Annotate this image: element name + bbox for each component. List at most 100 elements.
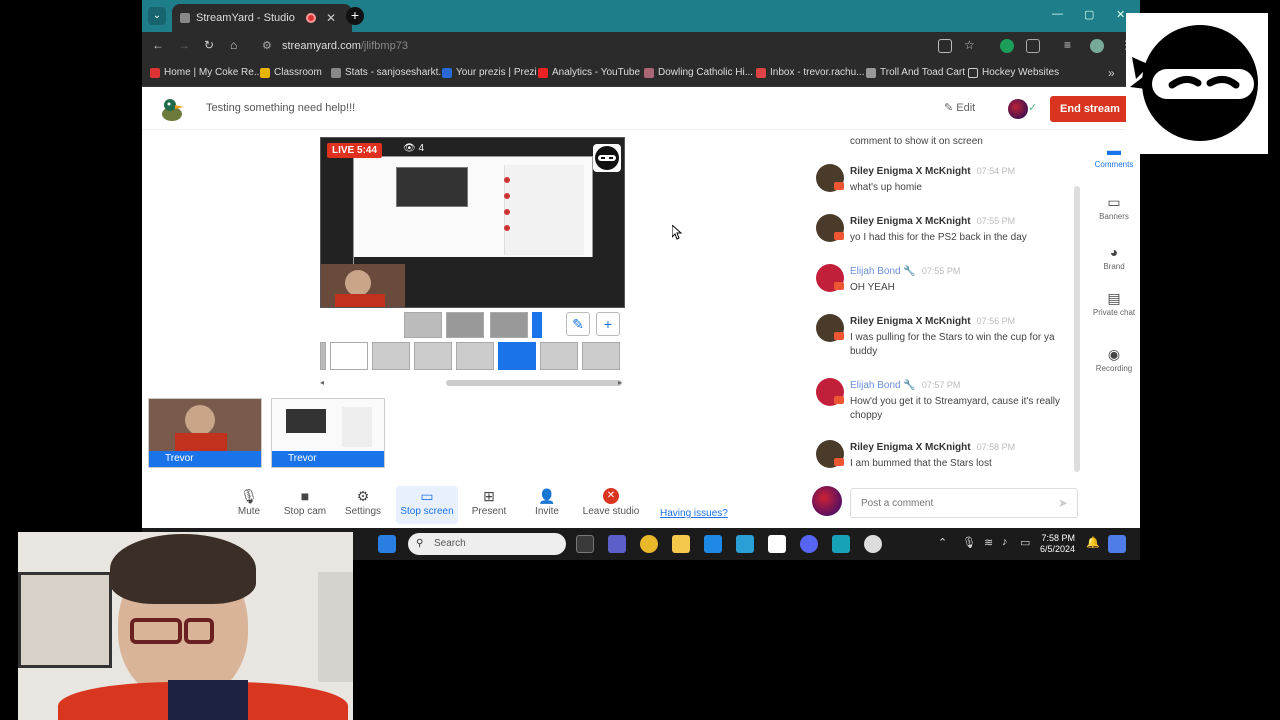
- chrome-icon[interactable]: [640, 535, 658, 553]
- rail-private-chat[interactable]: ▤ Private chat: [1088, 290, 1140, 318]
- taskbar-search[interactable]: ⚲ Search: [408, 533, 566, 555]
- commenter-name: Riley Enigma X McKnight 07:54 PM: [850, 166, 1015, 177]
- bookmark-star-icon[interactable]: ☆: [964, 38, 975, 52]
- extension-icon[interactable]: [1000, 39, 1014, 53]
- bookmark-item[interactable]: Stats - sanjosesharkt...: [331, 67, 447, 78]
- scene-thumb[interactable]: [540, 342, 578, 370]
- url-field[interactable]: ⚙ streamyard.com/jlifbmp73: [254, 35, 974, 57]
- bookmark-item[interactable]: Dowling Catholic Hi...: [644, 67, 753, 78]
- edit-layout-button[interactable]: ✎: [566, 312, 590, 336]
- edit-button[interactable]: ✎ Edit: [944, 101, 975, 114]
- volume-icon[interactable]: ♪: [1002, 536, 1008, 548]
- invite-button[interactable]: 👤 Invite: [520, 486, 574, 524]
- close-tab-icon[interactable]: ✕: [326, 4, 336, 32]
- bookmark-item[interactable]: Hockey Websites: [968, 67, 1059, 78]
- rail-label: Comments: [1094, 160, 1134, 169]
- stage-preview[interactable]: LIVE 5:44 👁 4: [320, 137, 625, 308]
- scroll-left-icon[interactable]: ◂: [320, 378, 324, 387]
- task-view-icon[interactable]: [576, 535, 594, 553]
- glasses-left: [130, 618, 182, 644]
- scene-thumb[interactable]: [372, 342, 410, 370]
- rail-brand[interactable]: ◕ Brand: [1088, 244, 1140, 272]
- comments-scrollbar[interactable]: [1074, 186, 1080, 472]
- scene-thumb[interactable]: [414, 342, 452, 370]
- scene-thumb[interactable]: [582, 342, 620, 370]
- extensions-puzzle-icon[interactable]: [1026, 39, 1040, 53]
- scene-thumb[interactable]: [320, 342, 326, 370]
- rail-banners[interactable]: ▭ Banners: [1088, 194, 1140, 222]
- minimize-icon[interactable]: —: [1052, 8, 1063, 20]
- battery-icon[interactable]: ▭: [1020, 536, 1030, 549]
- profile-avatar[interactable]: [1090, 39, 1104, 53]
- present-button[interactable]: ⊞ Present: [462, 486, 516, 524]
- end-stream-button[interactable]: End stream: [1050, 96, 1130, 122]
- bookmarks-overflow-icon[interactable]: »: [1108, 66, 1115, 80]
- tray-overflow-icon[interactable]: ⌃: [938, 536, 947, 549]
- tab-search-icon[interactable]: ⌄: [148, 7, 166, 25]
- comments-panel: comment to show it on screen Riley Enigm…: [810, 130, 1080, 480]
- having-issues-link[interactable]: Having issues?: [660, 508, 728, 519]
- copilot-icon[interactable]: [1108, 535, 1126, 553]
- bookmark-item[interactable]: Your prezis | Prezi: [442, 67, 537, 78]
- post-comment-input[interactable]: [850, 488, 1078, 518]
- bookmark-item[interactable]: Inbox - trevor.rachu...: [756, 67, 865, 78]
- settings-button[interactable]: ⚙ Settings: [336, 486, 390, 524]
- cast-icon[interactable]: [938, 39, 952, 53]
- scene-thumb[interactable]: [330, 342, 368, 370]
- send-icon[interactable]: ➤: [1058, 496, 1068, 510]
- bookmark-item[interactable]: Analytics - YouTube: [538, 67, 640, 78]
- add-person-icon: 👤: [538, 488, 556, 504]
- participant-screen-tile[interactable]: Trevor: [271, 398, 385, 468]
- streamyard-logo-icon[interactable]: [158, 96, 188, 124]
- amazon-icon[interactable]: [768, 535, 786, 553]
- scene-thumb-selected[interactable]: [498, 342, 536, 370]
- leave-studio-button[interactable]: ✕ Leave studio: [578, 486, 644, 524]
- bookmark-item[interactable]: Troll And Toad Cart: [866, 67, 965, 78]
- mute-label: Mute: [237, 506, 261, 517]
- store-icon[interactable]: [704, 535, 722, 553]
- tray-mic-icon[interactable]: 🎙: [962, 536, 976, 549]
- new-tab-button[interactable]: +: [346, 7, 364, 25]
- layout-split-button[interactable]: [446, 312, 484, 338]
- commenter-name: Elijah Bond 🔧 07:57 PM: [850, 380, 960, 391]
- scroll-right-icon[interactable]: ▸: [618, 378, 622, 387]
- add-layout-button[interactable]: +: [596, 312, 620, 336]
- maximize-icon[interactable]: ▢: [1084, 8, 1094, 21]
- forward-icon[interactable]: →: [178, 38, 190, 52]
- mail-icon[interactable]: [736, 535, 754, 553]
- windows-start-icon[interactable]: [378, 535, 396, 553]
- reload-icon[interactable]: ↻: [204, 38, 214, 52]
- notification-bell-icon[interactable]: 🔔: [1086, 536, 1100, 549]
- app-icon[interactable]: [832, 535, 850, 553]
- scrollbar-thumb[interactable]: [446, 380, 622, 386]
- obs-icon[interactable]: [864, 535, 882, 553]
- scenes-scrollbar[interactable]: ◂ ▸: [320, 378, 625, 388]
- wifi-icon[interactable]: ≋: [984, 536, 993, 549]
- discord-icon[interactable]: [800, 535, 818, 553]
- file-explorer-icon[interactable]: [672, 535, 690, 553]
- bookmark-item[interactable]: Classroom: [260, 67, 322, 78]
- mute-button[interactable]: 🎙 Mute: [222, 486, 276, 524]
- taskbar-clock[interactable]: 7:58 PM 6/5/2024: [1040, 533, 1075, 555]
- bookmark-item[interactable]: Home | My Coke Re...: [150, 67, 262, 78]
- rail-recording[interactable]: ◉ Recording: [1088, 346, 1140, 374]
- layout-solo-button[interactable]: [404, 312, 442, 338]
- site-info-icon[interactable]: ⚙: [262, 35, 272, 57]
- stop-screen-button[interactable]: ▭ Stop screen: [396, 486, 458, 524]
- leave-studio-label: Leave studio: [582, 506, 640, 517]
- comment-time: 07:55 PM: [976, 216, 1016, 226]
- layout-group-button[interactable]: [490, 312, 528, 338]
- wrench-icon: 🔧: [903, 266, 916, 277]
- scene-thumb[interactable]: [456, 342, 494, 370]
- layout-more-button[interactable]: [532, 312, 542, 338]
- media-control-icon[interactable]: ≡: [1064, 38, 1071, 52]
- home-icon[interactable]: ⌂: [230, 38, 237, 52]
- search-placeholder: Search: [434, 538, 466, 549]
- participant-camera-tile[interactable]: Trevor: [148, 398, 262, 468]
- teams-icon[interactable]: [608, 535, 626, 553]
- stop-cam-button[interactable]: ■ Stop cam: [278, 486, 332, 524]
- back-icon[interactable]: ←: [152, 38, 164, 52]
- tab-studio[interactable]: StreamYard - Studio ✕: [172, 4, 352, 32]
- destination-avatar[interactable]: [1008, 99, 1028, 119]
- close-window-icon[interactable]: ✕: [1116, 8, 1125, 21]
